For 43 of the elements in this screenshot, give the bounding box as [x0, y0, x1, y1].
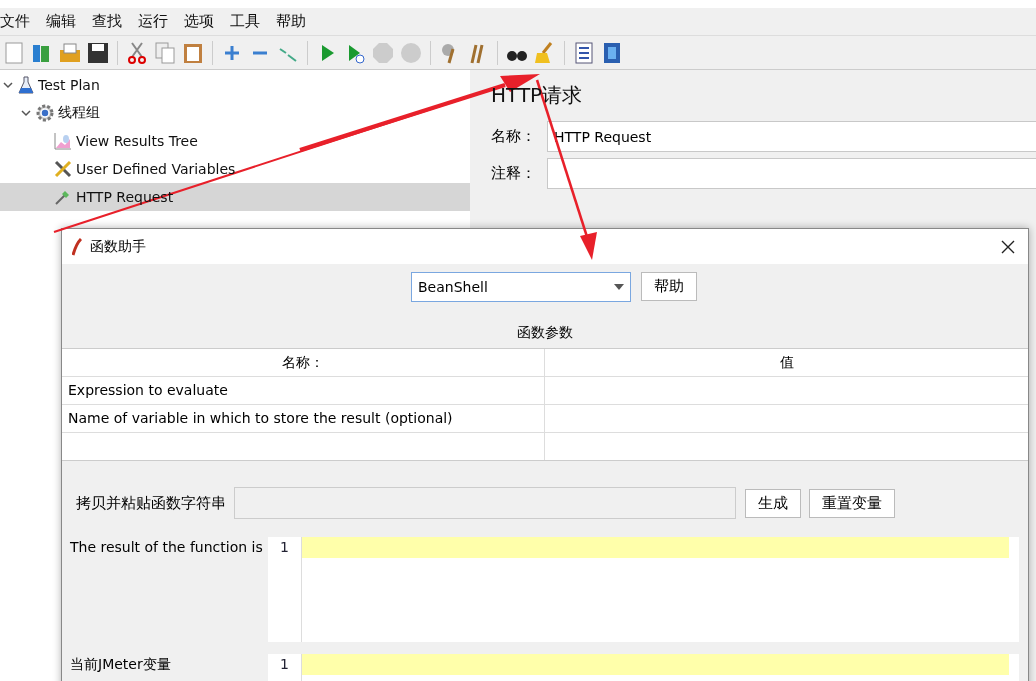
- menu-item[interactable]: 工具: [230, 12, 260, 31]
- section-title: 函数参数: [516, 324, 574, 342]
- menu-item[interactable]: 选项: [184, 12, 214, 31]
- table-cell: Expression to evaluate: [62, 377, 545, 404]
- close-icon[interactable]: [1001, 239, 1015, 254]
- output-label: The result of the function is: [70, 538, 264, 557]
- tree-item[interactable]: User Defined Variables: [0, 155, 470, 183]
- menu-item[interactable]: 查找: [92, 12, 122, 31]
- caret-icon[interactable]: [2, 79, 14, 91]
- flask-icon: [18, 76, 34, 94]
- reset-button[interactable]: 重置变量: [809, 488, 895, 518]
- feather-icon: [72, 237, 82, 256]
- tree-item[interactable]: 线程组: [0, 99, 470, 127]
- menu-item[interactable]: 文件: [0, 12, 30, 31]
- cut-icon[interactable]: [125, 40, 149, 65]
- field-label: 拷贝并粘贴函数字符串: [76, 493, 226, 513]
- tree-item[interactable]: View Results Tree: [0, 127, 470, 155]
- field-label: 注释：: [491, 164, 537, 183]
- output-label: 当前JMeter变量: [70, 655, 172, 674]
- function-string-field[interactable]: [234, 487, 736, 519]
- dialog-title: 函数助手: [90, 237, 147, 256]
- tree-item[interactable]: Test Plan: [0, 71, 470, 99]
- caret-icon[interactable]: [614, 284, 624, 290]
- tools-icon: [54, 160, 72, 178]
- output-editor[interactable]: 1: [268, 537, 1019, 642]
- generate-button[interactable]: 生成: [745, 488, 801, 518]
- chart-icon: [54, 132, 72, 150]
- menu-item[interactable]: 帮助: [276, 12, 306, 31]
- caret-icon[interactable]: [20, 107, 32, 119]
- output-editor[interactable]: 1: [268, 654, 1019, 681]
- function-dropdown[interactable]: BeanShell: [411, 272, 631, 302]
- table-cell: Name of variable in which to store the result (optional): [62, 405, 545, 432]
- column-header: 值: [778, 353, 795, 372]
- gear-icon: [36, 104, 54, 122]
- menu-item[interactable]: 运行: [138, 12, 168, 31]
- list-icon[interactable]: [572, 40, 596, 65]
- field-label: 名称：: [491, 127, 537, 146]
- column-header: 名称：: [62, 349, 545, 376]
- text-field[interactable]: [547, 158, 1036, 189]
- save-icon[interactable]: [86, 40, 110, 65]
- pipette-icon: [54, 188, 72, 206]
- menu-item[interactable]: 编辑: [46, 12, 76, 31]
- help-button[interactable]: 帮助: [641, 272, 697, 301]
